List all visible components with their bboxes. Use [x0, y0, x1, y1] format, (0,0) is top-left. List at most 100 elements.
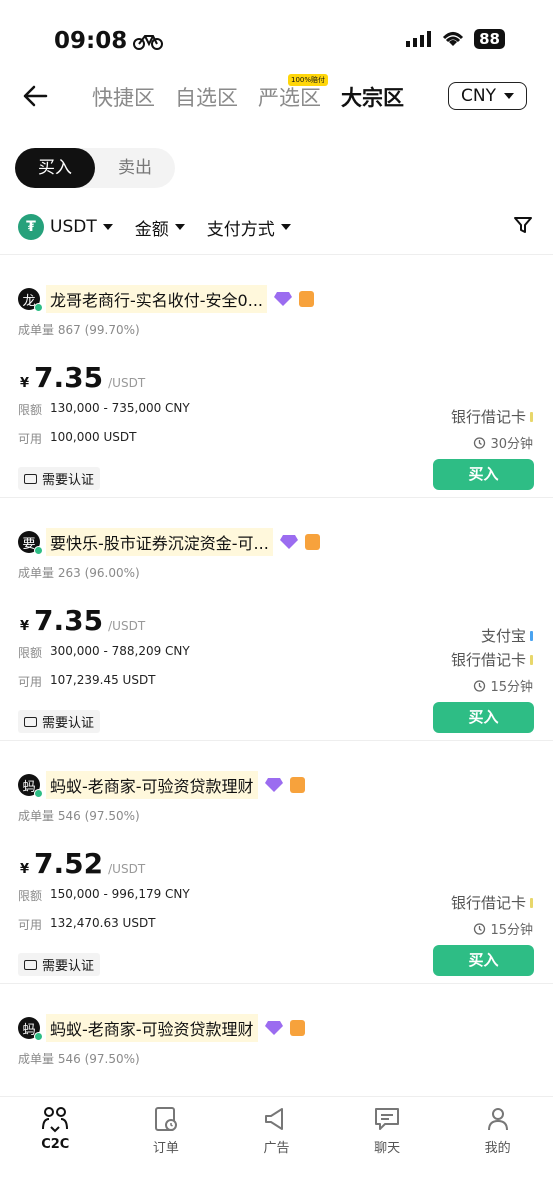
timer-icon — [474, 437, 486, 449]
online-dot — [34, 303, 43, 312]
merchant-name: 蚂蚁-老商家-可验资贷款理财 — [46, 1014, 258, 1042]
segment-buy[interactable]: 买入 — [15, 148, 95, 188]
nav-ads[interactable]: 广告 — [221, 1097, 332, 1200]
price: ¥ 7.35 /USDT — [20, 604, 145, 637]
limit-row: 限额 300,000 - 788,209 CNY — [18, 644, 190, 661]
segment-sell[interactable]: 卖出 — [95, 148, 175, 188]
payment-method-label: 银行借记卡 — [450, 894, 526, 912]
back-arrow-icon — [23, 85, 48, 107]
currency-symbol: ¥ — [20, 862, 30, 877]
orders-value: 546 (97.50%) — [57, 1052, 140, 1066]
price: ¥ 7.35 /USDT — [20, 361, 145, 394]
timer-icon — [474, 680, 486, 692]
asset-filter-label: USDT — [50, 217, 97, 237]
payment-method: 银行借记卡 — [451, 648, 533, 672]
price-value: 7.35 — [34, 361, 104, 394]
merchant-name: 要快乐-股市证券沉淀资金-可... — [46, 528, 273, 556]
payment-method: 支付宝 — [451, 624, 533, 648]
limit-label: 限额 — [18, 403, 43, 417]
nav-c2c[interactable]: C2C — [0, 1097, 111, 1200]
nav-orders[interactable]: 订单 — [111, 1097, 222, 1200]
payment-methods: 银行借记卡 15分钟 — [451, 891, 533, 938]
orders-value: 263 (96.00%) — [57, 566, 140, 580]
limit-row: 限额 130,000 - 735,000 CNY — [18, 401, 190, 418]
merchant-row[interactable]: 要 要快乐-股市证券沉淀资金-可... — [18, 528, 320, 556]
status-time: 09:08 — [54, 28, 128, 54]
merchant-row[interactable]: 蚂 蚂蚁-老商家-可验资贷款理财 — [18, 1014, 305, 1042]
pay-time: 15分钟 — [451, 676, 533, 695]
battery-indicator: 88 — [474, 29, 505, 49]
compensation-badge: 100%赔付 — [288, 74, 329, 86]
payment-method: 银行借记卡 — [451, 405, 533, 429]
tab-selected[interactable]: 严选区 100%赔付 — [258, 74, 329, 112]
shield-icon — [289, 777, 305, 793]
payment-method-label: 银行借记卡 — [450, 651, 526, 669]
price-value: 7.35 — [34, 604, 104, 637]
currency-select[interactable]: CNY — [448, 82, 527, 110]
payment-method: 银行借记卡 — [451, 891, 533, 915]
tether-icon: ₮ — [18, 214, 44, 240]
buy-button[interactable]: 买入 — [433, 702, 534, 733]
payment-method-label: 支付宝 — [480, 627, 526, 645]
limit-row: 限额 150,000 - 996,179 CNY — [18, 887, 190, 904]
asset-filter[interactable]: ₮ USDT — [18, 214, 113, 240]
tab-block-label: 大宗区 — [341, 86, 404, 110]
tab-block[interactable]: 大宗区 — [341, 82, 404, 112]
filter-button[interactable] — [513, 215, 533, 240]
order-stats: 成单量 546 (97.50%) — [18, 807, 140, 824]
currency-symbol: ¥ — [20, 376, 30, 391]
kyc-label: 需要认证 — [42, 473, 95, 488]
kyc-tag: 需要认证 — [18, 953, 101, 976]
shield-icon — [289, 1020, 305, 1036]
pay-time-value: 15分钟 — [490, 680, 533, 695]
avatar: 龙 — [18, 288, 43, 312]
price: ¥ 7.52 /USDT — [20, 847, 145, 880]
limit-value: 150,000 - 996,179 CNY — [50, 887, 190, 901]
limit-label: 限额 — [18, 889, 43, 903]
back-button[interactable] — [22, 84, 48, 112]
tab-quick[interactable]: 快捷区 — [92, 82, 155, 112]
price-unit: /USDT — [108, 619, 146, 633]
merchant-name: 蚂蚁-老商家-可验资贷款理财 — [46, 771, 258, 799]
chevron-down-icon — [174, 224, 185, 230]
top-nav: 快捷区 自选区 严选区 100%赔付 大宗区 CNY — [0, 74, 553, 120]
buy-button[interactable]: 买入 — [433, 459, 534, 490]
bank-marker — [530, 898, 533, 908]
merchant-row[interactable]: 龙 龙哥老商行-实名收付-安全0... — [18, 285, 314, 313]
kyc-tag: 需要认证 — [18, 467, 101, 490]
timer-icon — [474, 923, 486, 935]
tab-quick-label: 快捷区 — [92, 86, 155, 110]
available-value: 100,000 USDT — [50, 430, 137, 444]
orders-icon — [154, 1107, 177, 1131]
tab-favorites[interactable]: 自选区 — [175, 82, 238, 112]
nav-orders-label: 订单 — [152, 1141, 179, 1156]
buy-button[interactable]: 买入 — [433, 945, 534, 976]
funnel-icon — [514, 216, 532, 233]
shield-icon — [304, 534, 320, 550]
kyc-label: 需要认证 — [42, 959, 95, 974]
orders-value: 867 (99.70%) — [57, 323, 140, 337]
nav-chat[interactable]: 聊天 — [332, 1097, 443, 1200]
orders-value: 546 (97.50%) — [57, 809, 140, 823]
available-row: 可用 107,239.45 USDT — [18, 673, 156, 690]
id-card-icon — [24, 959, 37, 970]
nav-profile[interactable]: 我的 — [442, 1097, 553, 1200]
diamond-icon — [279, 535, 298, 549]
limit-label: 限额 — [18, 646, 43, 660]
amount-filter[interactable]: 金额 — [135, 215, 185, 240]
order-stats: 成单量 263 (96.00%) — [18, 564, 140, 581]
chevron-down-icon — [504, 93, 514, 99]
orders-label: 成单量 — [18, 1052, 55, 1066]
avatar: 蚂 — [18, 774, 43, 798]
status-time-group: 09:08 — [54, 28, 164, 54]
price-unit: /USDT — [108, 376, 146, 390]
buy-sell-toggle: 买入 卖出 — [15, 148, 175, 188]
price-value: 7.52 — [34, 847, 104, 880]
chat-icon — [375, 1108, 400, 1130]
order-stats: 成单量 546 (97.50%) — [18, 1050, 140, 1067]
available-value: 107,239.45 USDT — [50, 673, 156, 687]
offer-card: 蚂 蚂蚁-老商家-可验资贷款理财 成单量 546 (97.50%) ¥ 7.52… — [0, 741, 553, 984]
chevron-down-icon — [280, 224, 291, 230]
payment-filter[interactable]: 支付方式 — [207, 215, 291, 240]
merchant-row[interactable]: 蚂 蚂蚁-老商家-可验资贷款理财 — [18, 771, 305, 799]
